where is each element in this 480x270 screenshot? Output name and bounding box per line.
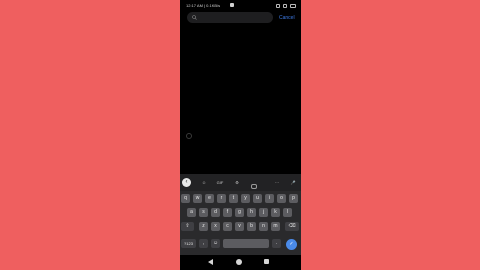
shift-key[interactable]: ⇧ xyxy=(181,222,194,231)
key-g[interactable]: g xyxy=(235,208,244,217)
key-j[interactable]: j xyxy=(259,208,268,217)
cancel-button[interactable]: Cancel xyxy=(279,13,295,23)
key-y[interactable]: y xyxy=(241,194,250,203)
key-q[interactable]: q xyxy=(181,194,190,203)
key-u[interactable]: u xyxy=(253,194,262,203)
home-icon[interactable] xyxy=(236,259,242,265)
status-bar: 12:17 AM | 0.1KB/s xyxy=(180,0,301,11)
key-t[interactable]: t xyxy=(229,194,238,203)
comma-key[interactable]: , xyxy=(199,239,208,248)
status-time: 12:17 AM | 0.1KB/s xyxy=(186,3,221,8)
key-p[interactable]: p xyxy=(289,194,298,203)
mic-icon[interactable]: 🎤 xyxy=(288,178,298,187)
key-c[interactable]: c xyxy=(223,222,232,231)
gif-button[interactable]: GIF xyxy=(215,178,225,187)
key-f[interactable]: f xyxy=(223,208,232,217)
key-w[interactable]: w xyxy=(193,194,202,203)
clipboard-shape xyxy=(251,184,257,189)
key-e[interactable]: e xyxy=(205,194,214,203)
key-l[interactable]: l xyxy=(283,208,292,217)
symbols-key[interactable]: ?123 xyxy=(181,239,196,248)
navigation-bar xyxy=(180,255,301,270)
phone-screen: 12:17 AM | 0.1KB/s Cancel ‹ ☺ GIF ⚙ ⋯ 🎤 xyxy=(180,0,301,270)
enter-key[interactable]: ✓ xyxy=(286,239,297,250)
sticker-icon[interactable]: ☺ xyxy=(199,178,209,187)
wifi-icon xyxy=(282,3,287,8)
emoji-key[interactable]: ☺ xyxy=(211,239,220,248)
more-icon[interactable]: ⋯ xyxy=(272,178,282,187)
key-a[interactable]: a xyxy=(187,208,196,217)
key-v[interactable]: v xyxy=(235,222,244,231)
key-x[interactable]: x xyxy=(211,222,220,231)
key-s[interactable]: s xyxy=(199,208,208,217)
keyboard-toolbar: ‹ ☺ GIF ⚙ ⋯ 🎤 xyxy=(180,174,301,191)
toolbar-expand-button[interactable]: ‹ xyxy=(182,178,191,187)
back-icon[interactable] xyxy=(208,259,213,265)
key-b[interactable]: b xyxy=(247,222,256,231)
alarm-icon xyxy=(275,3,280,8)
period-key[interactable]: . xyxy=(272,239,281,248)
search-icon xyxy=(192,15,197,20)
search-input[interactable] xyxy=(187,12,273,23)
key-h[interactable]: h xyxy=(247,208,256,217)
key-r[interactable]: r xyxy=(217,194,226,203)
space-key[interactable] xyxy=(223,239,269,248)
key-n[interactable]: n xyxy=(259,222,268,231)
key-k[interactable]: k xyxy=(271,208,280,217)
recents-icon[interactable] xyxy=(264,259,269,264)
notification-icon xyxy=(230,3,234,7)
key-m[interactable]: m xyxy=(271,222,280,231)
key-o[interactable]: o xyxy=(277,194,286,203)
status-icons xyxy=(274,0,296,11)
backspace-key[interactable]: ⌫ xyxy=(285,222,299,231)
settings-icon[interactable]: ⚙ xyxy=(232,178,242,187)
keyboard: ‹ ☺ GIF ⚙ ⋯ 🎤 q w e r t y u i o p a s d … xyxy=(180,174,301,255)
battery-icon xyxy=(290,3,296,8)
key-z[interactable]: z xyxy=(199,222,208,231)
loading-indicator xyxy=(186,133,192,139)
key-d[interactable]: d xyxy=(211,208,220,217)
key-i[interactable]: i xyxy=(265,194,274,203)
clipboard-icon[interactable] xyxy=(249,178,259,189)
